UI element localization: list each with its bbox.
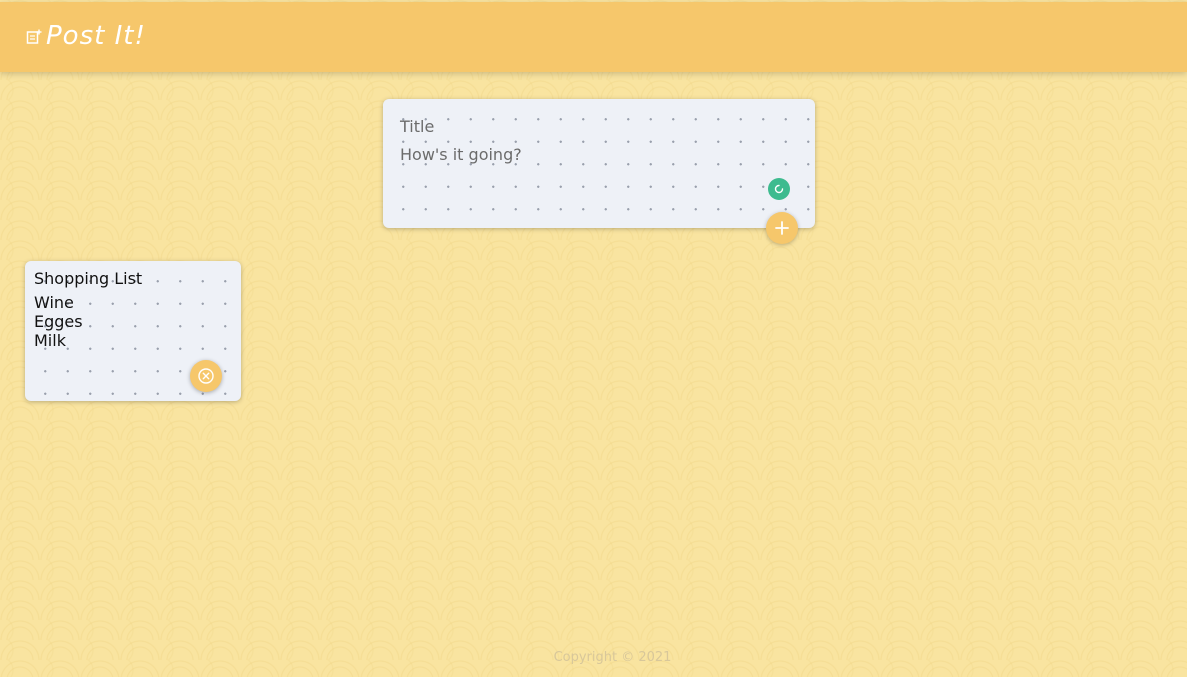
delete-note-button[interactable] bbox=[190, 360, 222, 392]
loading-spinner-icon bbox=[768, 178, 790, 200]
page-footer: Copyright © 2021 bbox=[0, 646, 1187, 665]
create-note-form: Title How's it going? bbox=[383, 99, 815, 228]
note-line: Egges bbox=[34, 312, 83, 331]
note-content: Wine Egges Milk bbox=[34, 293, 83, 350]
note-title: Shopping List bbox=[34, 269, 143, 288]
title-input[interactable]: Title bbox=[400, 117, 434, 136]
plus-icon bbox=[775, 221, 789, 235]
note-add-icon bbox=[26, 29, 42, 44]
app-header: Post It! bbox=[0, 2, 1187, 72]
note-line: Milk bbox=[34, 331, 66, 350]
content-input[interactable]: How's it going? bbox=[400, 145, 522, 164]
copyright-text: Copyright © 2021 bbox=[553, 650, 672, 665]
note-card: Shopping List Wine Egges Milk bbox=[25, 261, 241, 401]
app-logo: Post It! bbox=[26, 16, 146, 56]
app-title: Post It! bbox=[46, 21, 146, 51]
note-line: Wine bbox=[34, 293, 74, 312]
close-circle-icon bbox=[198, 368, 214, 384]
add-note-button[interactable] bbox=[766, 212, 798, 244]
